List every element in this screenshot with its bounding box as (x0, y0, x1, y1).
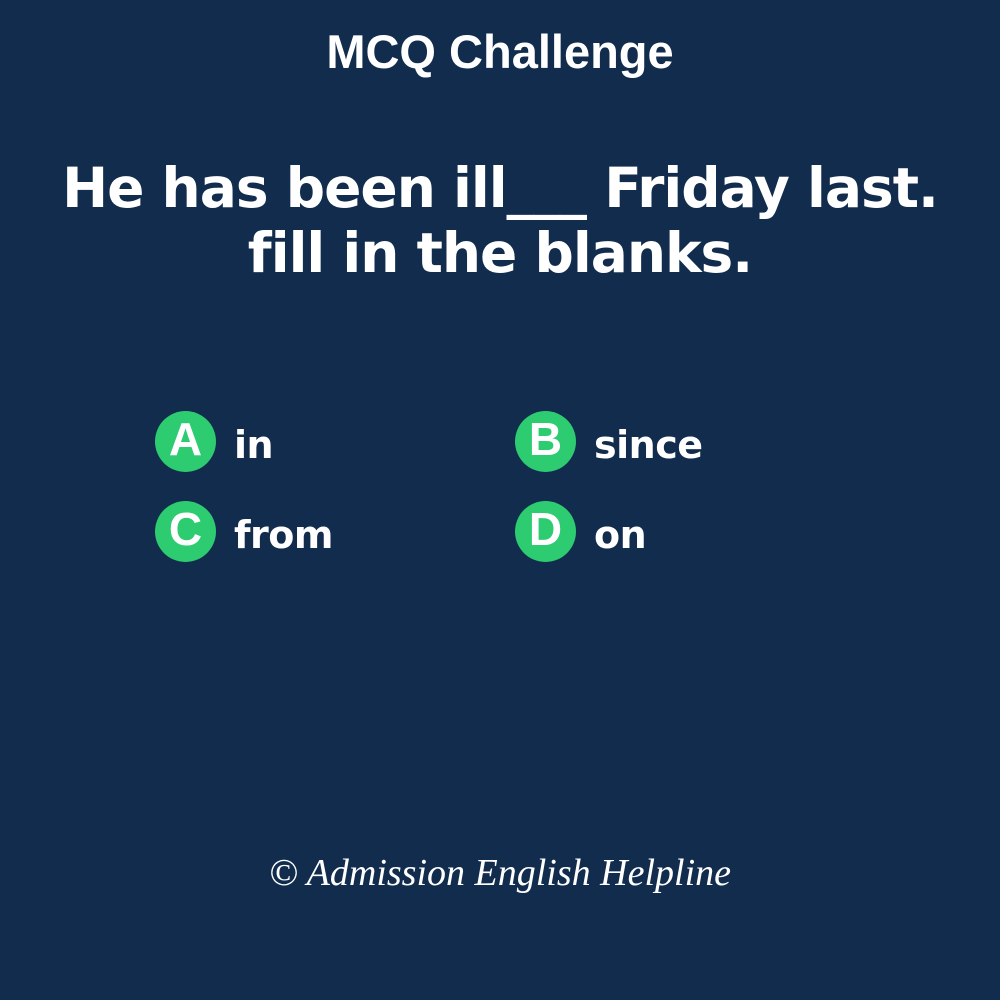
option-d-text: on (594, 513, 647, 557)
option-d-letter: D (528, 503, 563, 555)
option-b[interactable]: B since (515, 410, 703, 472)
option-b-text: since (594, 423, 703, 467)
question-line-2: fill in the blanks. (247, 221, 753, 285)
option-c-letter: C (168, 503, 203, 555)
page-title: MCQ Challenge (326, 25, 674, 78)
question-text: He has been ill___ Friday last. fill in … (0, 156, 1000, 286)
option-b-letter: B (528, 413, 563, 465)
copyright-footer: © Admission English Helpline (269, 852, 731, 894)
option-d-badge: D (515, 500, 576, 562)
option-a-letter: A (168, 413, 203, 465)
option-c-text: from (234, 513, 333, 557)
option-a[interactable]: A in (155, 410, 274, 472)
question-line-1: He has been ill___ Friday last. (62, 156, 939, 220)
option-a-badge: A (155, 410, 216, 472)
option-c-badge: C (155, 500, 216, 562)
option-d[interactable]: D on (515, 500, 647, 562)
option-a-text: in (234, 423, 274, 467)
option-b-badge: B (515, 410, 576, 472)
option-c[interactable]: C from (155, 500, 333, 562)
